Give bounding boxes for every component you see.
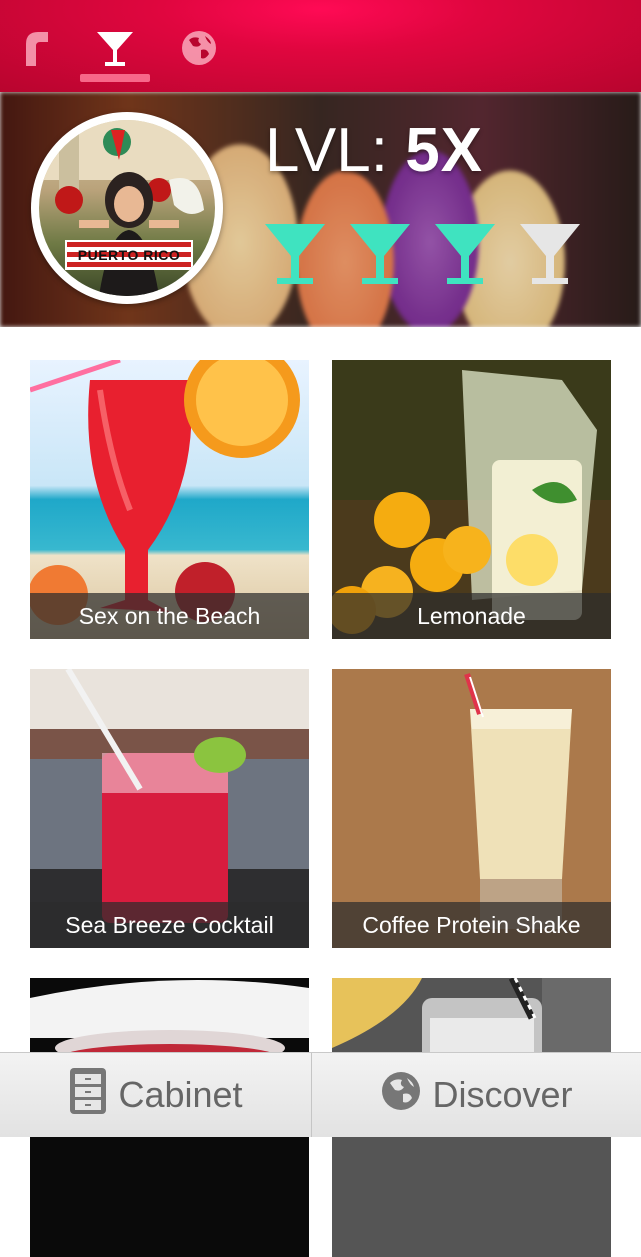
- tab-cabinet-label: Cabinet: [118, 1074, 243, 1115]
- level-indicator: LVL: 5X: [265, 120, 483, 182]
- drink-tile[interactable]: Coffee Protein Shake: [332, 669, 611, 948]
- tab-cabinet[interactable]: Cabinet: [0, 1053, 311, 1137]
- level-glass-empty-icon: [518, 222, 582, 288]
- drink-tile[interactable]: Lemonade: [332, 360, 611, 639]
- drink-tile[interactable]: Sea Breeze Cocktail: [30, 669, 309, 948]
- avatar-sign-text: PUERTO RICO: [65, 240, 193, 270]
- level-value: 5X: [405, 116, 484, 185]
- drink-name: Sea Breeze Cocktail: [30, 902, 309, 948]
- cabinet-icon: [68, 1066, 108, 1125]
- drink-tile[interactable]: Sex on the Beach: [30, 360, 309, 639]
- tab-discover-label: Discover: [432, 1074, 573, 1115]
- level-glass-filled-icon: [433, 222, 497, 288]
- bottom-tab-bar: Cabinet Discover: [0, 1052, 641, 1137]
- avatar-photo: PUERTO RICO: [39, 120, 215, 296]
- tab-discover[interactable]: Discover: [312, 1053, 641, 1137]
- level-glass-filled-icon: [348, 222, 412, 288]
- globe-icon: [380, 1070, 422, 1121]
- globe-icon[interactable]: [175, 24, 223, 72]
- level-glass-filled-icon: [263, 222, 327, 288]
- app-logo-icon[interactable]: [14, 24, 62, 72]
- avatar[interactable]: PUERTO RICO: [31, 112, 223, 304]
- active-tab-indicator: [80, 74, 150, 82]
- drink-name: Coffee Protein Shake: [332, 902, 611, 948]
- drink-name: Sex on the Beach: [30, 593, 309, 639]
- cocktail-icon[interactable]: [91, 24, 139, 72]
- level-label: LVL:: [265, 116, 388, 185]
- top-nav-bar: [0, 0, 641, 92]
- drink-name: Lemonade: [332, 593, 611, 639]
